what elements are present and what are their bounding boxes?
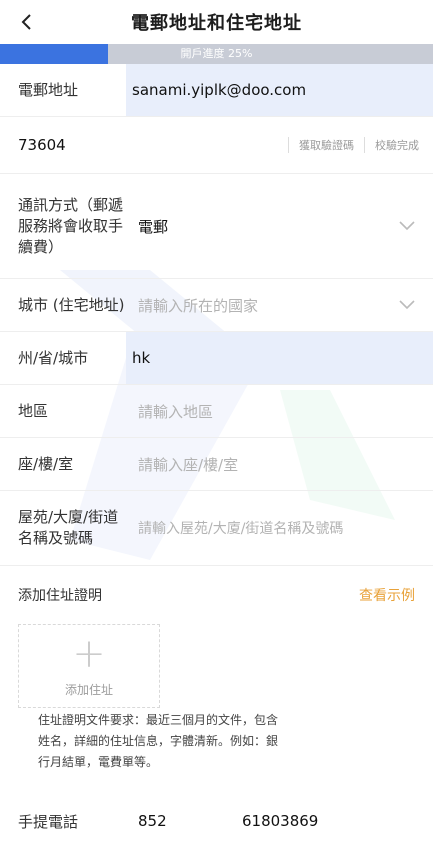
estate-row: 屋苑/大廈/街道名稱及號碼 請輸入屋苑/大廈/街道名稱及號碼	[0, 491, 433, 566]
back-button[interactable]	[12, 8, 40, 36]
flat-placeholder: 請輸入座/樓/室	[138, 455, 239, 474]
state-value: hk	[132, 349, 151, 367]
city-label: 城市 (住宅地址)	[18, 295, 125, 314]
chevron-down-icon	[399, 221, 415, 231]
district-row: 地區 請輸入地區	[0, 385, 433, 438]
communication-method-select[interactable]: 電郵	[138, 174, 433, 278]
estate-label: 屋苑/大廈/街道名稱及號碼	[18, 508, 119, 547]
flat-label: 座/樓/室	[18, 454, 74, 473]
divider	[288, 137, 289, 153]
page-title: 電郵地址和住宅地址	[131, 13, 302, 34]
state-row: 州/省/城市 hk	[0, 332, 433, 385]
flat-input[interactable]: 請輸入座/樓/室	[138, 438, 433, 490]
mobile-label: 手提電話	[18, 812, 79, 831]
header: 電郵地址和住宅地址	[0, 0, 433, 44]
chevron-down-icon	[399, 300, 415, 310]
district-placeholder: 請輸入地區	[138, 402, 214, 421]
city-placeholder: 請輸入所在的國家	[138, 296, 259, 315]
city-row[interactable]: 城市 (住宅地址) 請輸入所在的國家	[0, 279, 433, 332]
email-value: sanami.yiplk@doo.com	[132, 81, 307, 99]
email-input[interactable]: sanami.yiplk@doo.com	[126, 64, 433, 116]
mobile-row: 手提電話 852 61803869	[0, 795, 433, 847]
state-input[interactable]: hk	[126, 332, 433, 384]
email-row: 電郵地址 sanami.yiplk@doo.com	[0, 64, 433, 117]
district-input[interactable]: 請輸入地區	[138, 385, 433, 437]
communication-method-value: 電郵	[138, 217, 169, 236]
country-code-input[interactable]: 852	[138, 812, 242, 830]
upload-label: 添加住址	[64, 682, 113, 697]
state-label: 州/省/城市	[18, 348, 89, 367]
progress-label: 開戶進度 25%	[180, 47, 253, 60]
communication-method-row[interactable]: 通訊方式（郵遞服務將會收取手續費） 電郵	[0, 174, 433, 279]
address-proof-title: 添加住址證明	[18, 588, 102, 604]
estate-input[interactable]: 請輸入屋苑/大廈/街道名稱及號碼	[138, 491, 433, 565]
view-example-link[interactable]: 查看示例	[359, 585, 415, 605]
address-proof-header: 添加住址證明 查看示例	[0, 566, 433, 624]
verification-code-row: 73604 獲取驗證碼 校驗完成	[0, 117, 433, 174]
get-code-button[interactable]: 獲取驗證碼	[299, 137, 354, 153]
code-actions: 獲取驗證碼 校驗完成	[288, 137, 419, 153]
email-label: 電郵地址	[18, 80, 79, 99]
district-label: 地區	[18, 401, 49, 420]
verified-status: 校驗完成	[375, 139, 419, 152]
plus-icon: +	[72, 630, 106, 677]
add-address-proof-upload[interactable]: + 添加住址	[18, 624, 160, 708]
communication-method-label: 通訊方式（郵遞服務將會收取手續費）	[18, 195, 124, 256]
mobile-number-input[interactable]: 61803869	[242, 812, 318, 830]
progress-bar: 開戶進度 25%	[0, 44, 433, 64]
divider	[364, 137, 365, 153]
estate-placeholder: 請輸入屋苑/大廈/街道名稱及號碼	[138, 521, 344, 537]
flat-row: 座/樓/室 請輸入座/樓/室	[0, 438, 433, 491]
city-select[interactable]: 請輸入所在的國家	[138, 279, 433, 331]
verification-code-input[interactable]: 73604	[0, 135, 138, 156]
chevron-left-icon	[21, 14, 31, 30]
address-proof-requirements: 住址證明文件要求：最近三個月的文件，包含姓名，詳細的住址信息，字體清新。例如：銀…	[38, 713, 279, 769]
